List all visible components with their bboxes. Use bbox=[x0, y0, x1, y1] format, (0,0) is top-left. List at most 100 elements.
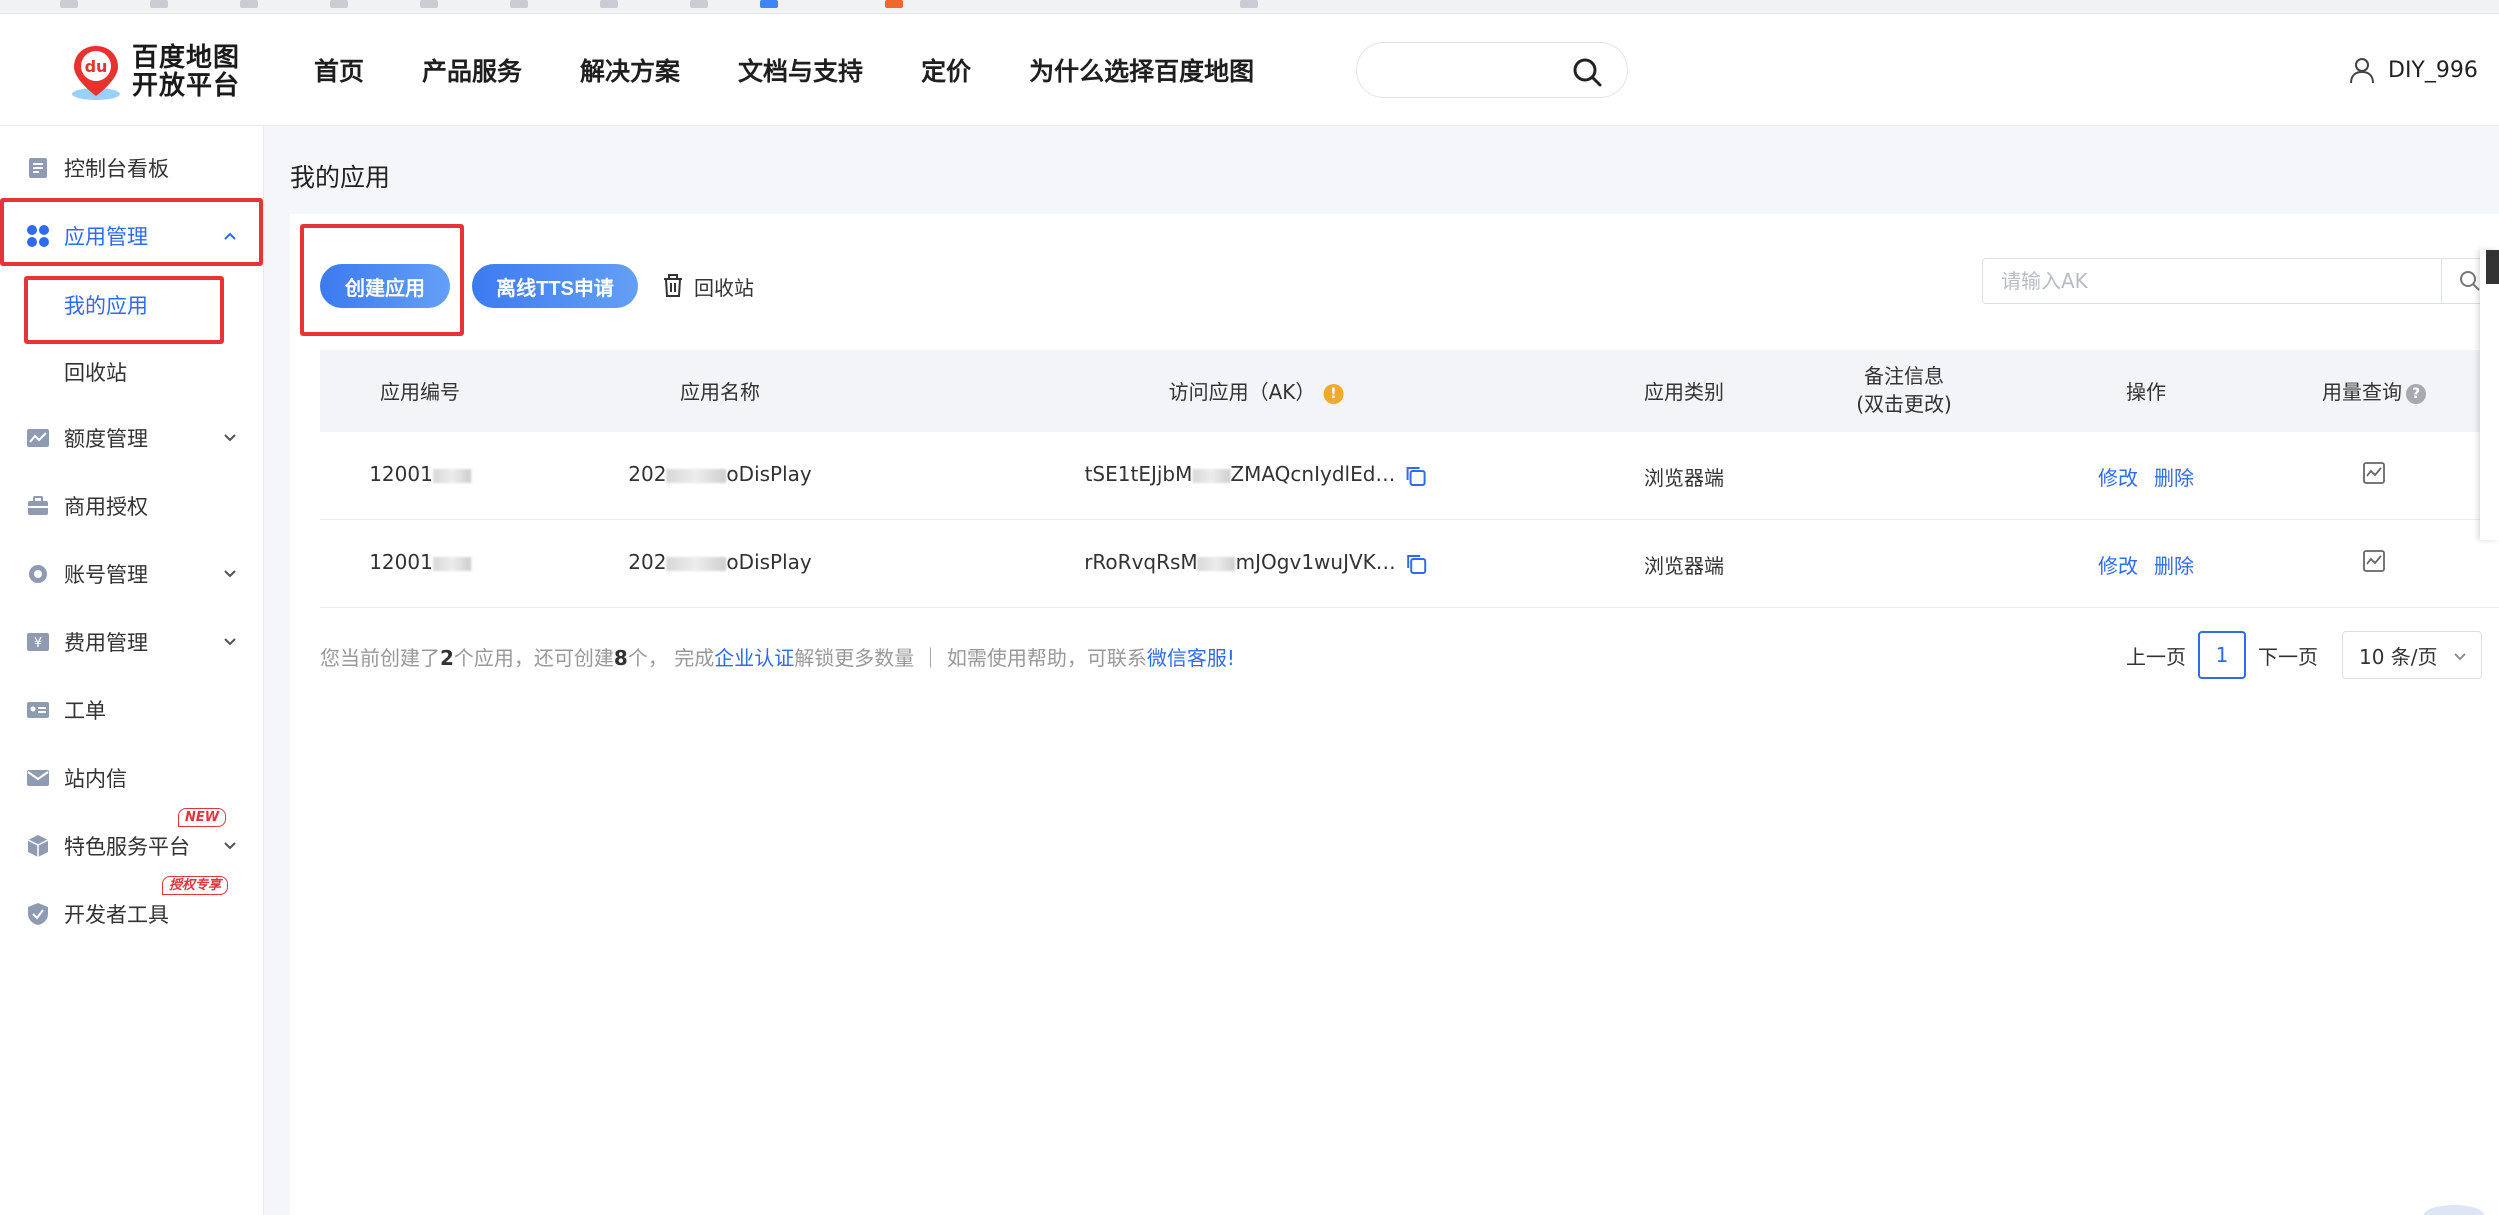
bookmark-icon[interactable] bbox=[760, 0, 778, 8]
nav-docs[interactable]: 文档与支持 bbox=[738, 52, 863, 88]
right-floating-panel[interactable] bbox=[2480, 250, 2499, 540]
edit-link[interactable]: 修改 bbox=[2098, 554, 2138, 578]
bookmark-icon[interactable] bbox=[330, 0, 348, 8]
chevron-up-icon[interactable] bbox=[222, 228, 238, 244]
quota-text: 您当前创建了 bbox=[320, 646, 440, 670]
warning-info-icon[interactable]: ! bbox=[1323, 383, 1344, 404]
briefcase-icon bbox=[28, 496, 48, 515]
chevron-down-icon[interactable] bbox=[222, 566, 238, 582]
bookmark-icon[interactable] bbox=[420, 0, 438, 8]
bookmark-icon[interactable] bbox=[600, 0, 618, 8]
ak-prefix: rRoRvqRsM bbox=[1084, 550, 1198, 574]
chevron-down-icon[interactable] bbox=[222, 838, 238, 854]
usage-chart-icon[interactable] bbox=[2363, 462, 2385, 484]
sidebar-label: 站内信 bbox=[64, 767, 127, 791]
app-name-suffix: oDisPlay bbox=[726, 462, 812, 486]
nav-why-baidu[interactable]: 为什么选择百度地图 bbox=[1029, 52, 1254, 88]
bookmark-icon[interactable] bbox=[510, 0, 528, 8]
sidebar-item-inbox[interactable]: 站内信 bbox=[0, 750, 264, 806]
nav-pricing[interactable]: 定价 bbox=[921, 52, 971, 88]
sidebar: 控制台看板 应用管理 我的应用 回收站 额度管理 商用授权 账号管理 ¥ 费用管… bbox=[0, 126, 264, 1215]
enterprise-cert-link[interactable]: 企业认证 bbox=[714, 646, 794, 670]
baidu-map-logo[interactable]: du 百度地图 开放平台 bbox=[66, 40, 246, 104]
delete-link[interactable]: 删除 bbox=[2154, 554, 2194, 578]
redacted-mask bbox=[666, 556, 727, 571]
app-name-prefix: 202 bbox=[628, 462, 667, 486]
col-ops: 操作 bbox=[2126, 380, 2166, 404]
gear-icon bbox=[29, 565, 47, 583]
id-card-icon bbox=[27, 702, 49, 718]
usage-chart-icon[interactable] bbox=[2363, 550, 2385, 572]
nav-home[interactable]: 首页 bbox=[314, 52, 364, 88]
sidebar-label: 应用管理 bbox=[64, 225, 148, 249]
bookmark-icon[interactable] bbox=[885, 0, 903, 8]
copy-icon[interactable] bbox=[1403, 464, 1427, 488]
nav-products[interactable]: 产品服务 bbox=[422, 52, 522, 88]
top-header: du 百度地图 开放平台 首页 产品服务 解决方案 文档与支持 定价 为什么选择… bbox=[0, 14, 2499, 126]
sidebar-subitem-my-apps[interactable]: 我的应用 bbox=[64, 290, 148, 320]
create-app-button[interactable]: 创建应用 bbox=[320, 264, 450, 308]
shield-check-icon bbox=[28, 903, 48, 925]
ak-suffix: mJOgv1wuJVK… bbox=[1235, 550, 1396, 574]
sidebar-subitem-recycle[interactable]: 回收站 bbox=[64, 357, 127, 387]
page-number-current[interactable]: 1 bbox=[2198, 631, 2246, 679]
edit-link[interactable]: 修改 bbox=[2098, 466, 2138, 490]
panel-handle[interactable] bbox=[2486, 250, 2499, 284]
apps-card: 创建应用 离线TTS申请 回收站 应用编号 应用名称 访问应用（AK）! 应用类… bbox=[290, 214, 2499, 1215]
sidebar-item-special-services[interactable]: 特色服务平台 bbox=[0, 818, 264, 874]
bookmark-icon[interactable] bbox=[240, 0, 258, 8]
quota-text: 解锁更多数量 ｜ 如需使用帮助，可联系 bbox=[794, 646, 1147, 670]
redacted-mask bbox=[666, 468, 727, 483]
ak-search-input[interactable] bbox=[1982, 258, 2442, 304]
cell-ak: tSE1tEJjbM ZMAQcnIydlEd… bbox=[1085, 462, 1428, 488]
recycle-bin-button[interactable]: 回收站 bbox=[662, 264, 754, 308]
sidebar-label: 商用授权 bbox=[64, 495, 148, 519]
logo-line2: 开放平台 bbox=[132, 71, 241, 101]
chevron-down-icon[interactable] bbox=[222, 634, 238, 650]
search-icon bbox=[2460, 271, 2480, 291]
prev-page-button[interactable]: 上一页 bbox=[2126, 641, 2186, 670]
remaining-count: 8 bbox=[613, 646, 628, 670]
help-icon[interactable]: ? bbox=[2406, 383, 2426, 404]
sidebar-item-dashboard[interactable]: 控制台看板 bbox=[0, 140, 264, 196]
sidebar-item-ticket[interactable]: 工单 bbox=[0, 682, 264, 738]
sidebar-item-commercial[interactable]: 商用授权 bbox=[0, 478, 264, 534]
app-name-prefix: 202 bbox=[628, 550, 667, 574]
sidebar-item-billing[interactable]: ¥ 费用管理 bbox=[0, 614, 264, 670]
logo-badge-text: du bbox=[85, 57, 108, 76]
bookmark-icon[interactable] bbox=[60, 0, 78, 8]
sidebar-label: 费用管理 bbox=[64, 631, 148, 655]
chevron-down-icon[interactable] bbox=[222, 430, 238, 446]
sidebar-item-devtools[interactable]: 开发者工具 bbox=[0, 886, 264, 942]
header-search-box[interactable] bbox=[1356, 42, 1628, 98]
logo-text: 百度地图 开放平台 bbox=[132, 44, 272, 100]
sidebar-item-account[interactable]: 账号管理 bbox=[0, 546, 264, 602]
user-menu[interactable]: DIY_996 bbox=[2348, 54, 2478, 86]
offline-tts-button[interactable]: 离线TTS申请 bbox=[472, 264, 638, 308]
copy-icon[interactable] bbox=[1404, 552, 1428, 576]
cell-usage bbox=[2363, 550, 2385, 577]
sidebar-item-quota[interactable]: 额度管理 bbox=[0, 410, 264, 466]
redacted-mask bbox=[1197, 556, 1236, 571]
cell-ak: rRoRvqRsM mJOgv1wuJVK… bbox=[1084, 550, 1428, 576]
mail-icon bbox=[27, 770, 49, 786]
bookmark-icon[interactable] bbox=[1240, 0, 1258, 8]
bookmark-icon[interactable] bbox=[150, 0, 168, 8]
next-page-button[interactable]: 下一页 bbox=[2258, 641, 2318, 670]
wechat-support-link[interactable]: 微信客服! bbox=[1147, 646, 1235, 670]
col-usage-label: 用量查询 bbox=[2322, 380, 2402, 404]
document-icon bbox=[29, 158, 47, 178]
cell-usage bbox=[2363, 462, 2385, 489]
bookmark-icon[interactable] bbox=[690, 0, 708, 8]
sidebar-item-app-management[interactable]: 应用管理 bbox=[0, 208, 264, 264]
trash-icon bbox=[664, 274, 682, 297]
exclusive-badge: 授权专享 bbox=[162, 876, 229, 895]
cell-ops: 修改 删除 bbox=[2090, 550, 2202, 579]
col-app-type: 应用类别 bbox=[1644, 380, 1724, 404]
nav-solutions[interactable]: 解决方案 bbox=[580, 52, 680, 88]
app-name-suffix: oDisPlay bbox=[726, 550, 812, 574]
main-nav: 首页 产品服务 解决方案 文档与支持 定价 为什么选择百度地图 bbox=[314, 14, 1312, 126]
search-icon[interactable] bbox=[1571, 56, 1603, 88]
page-size-select[interactable]: 10 条/页 bbox=[2342, 631, 2482, 679]
delete-link[interactable]: 删除 bbox=[2154, 466, 2194, 490]
